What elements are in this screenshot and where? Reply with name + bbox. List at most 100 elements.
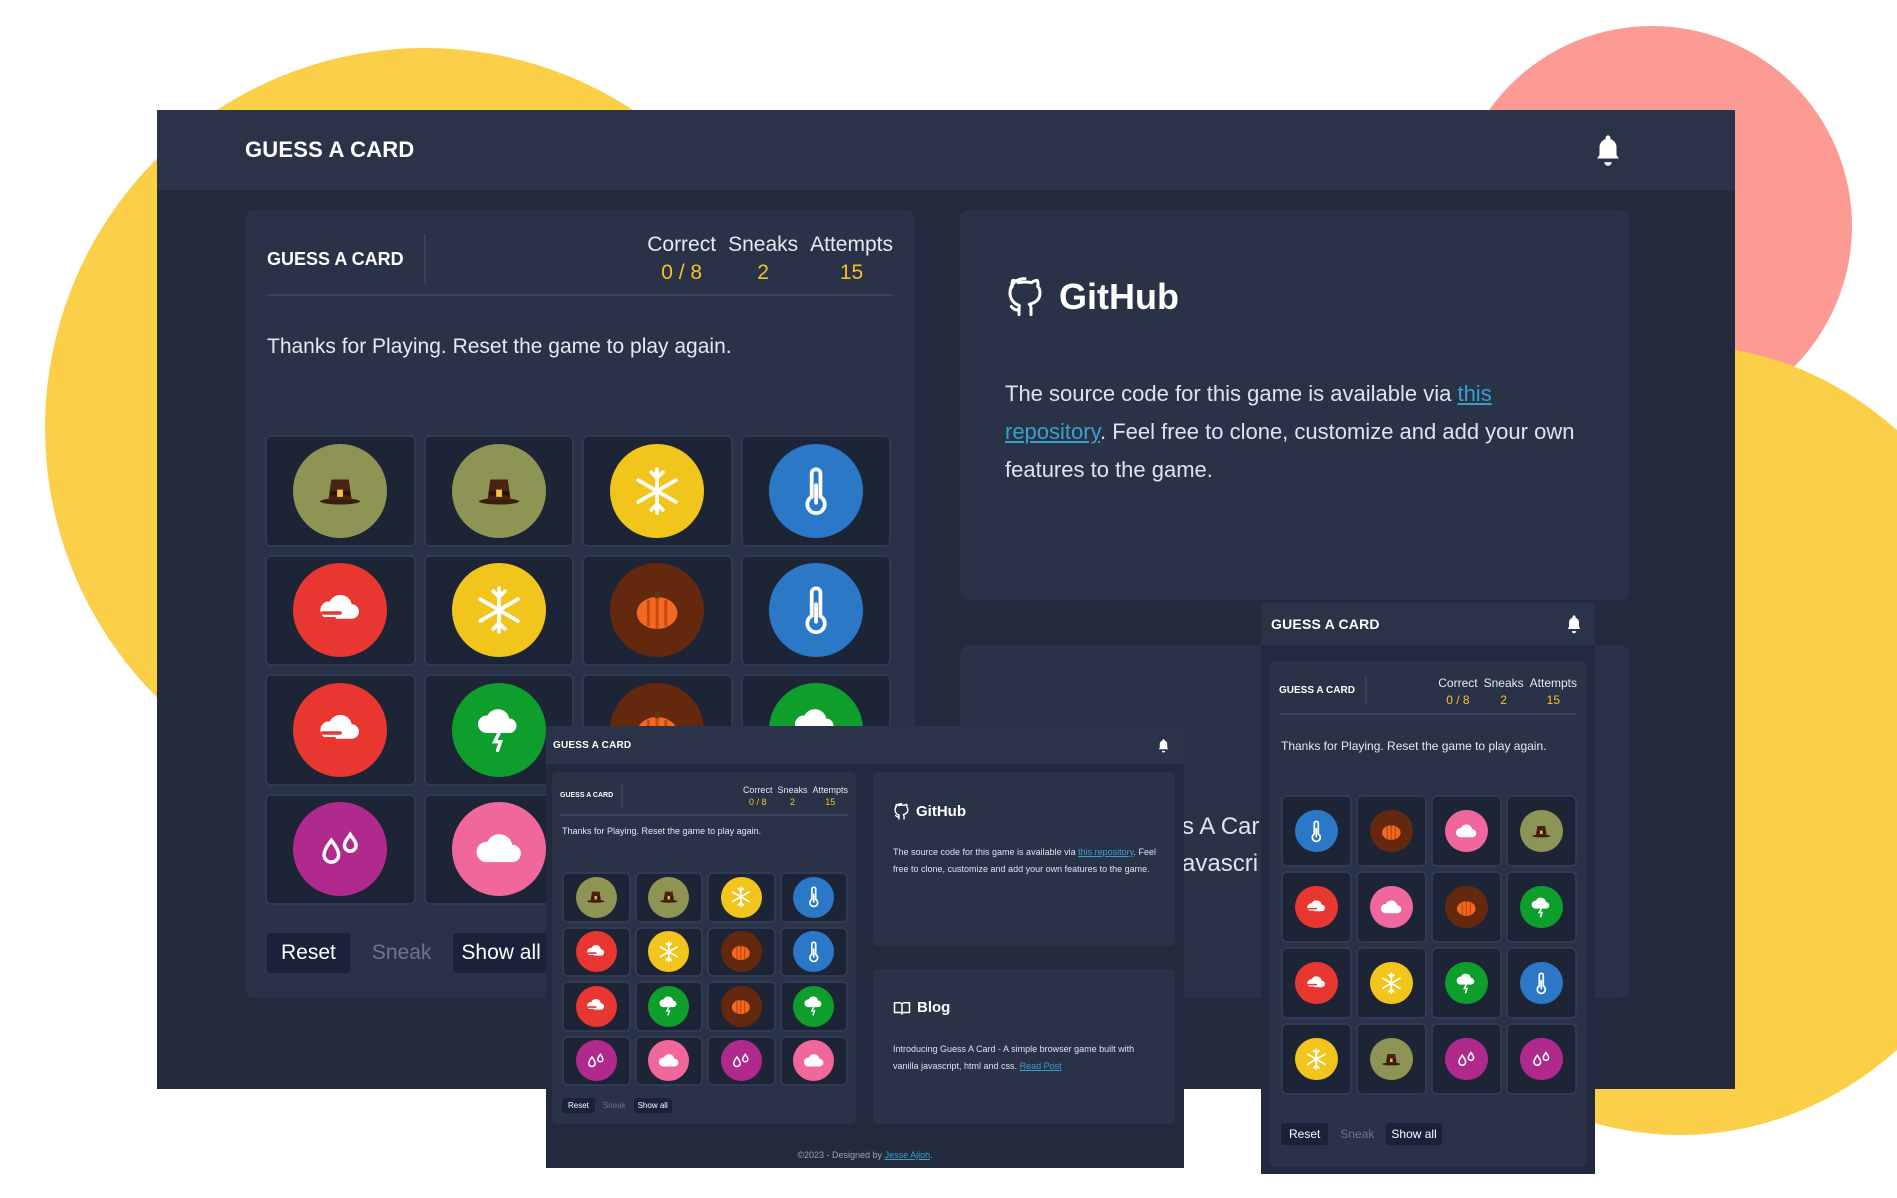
card-tile[interactable] xyxy=(634,926,703,977)
storm-tree-icon xyxy=(648,985,690,1027)
cloud-icon xyxy=(451,802,546,897)
github-text-start: The source code for this game is availab… xyxy=(1005,381,1458,406)
pilgrim-hat-icon xyxy=(1370,1037,1413,1081)
mobile-sneak-button[interactable]: Sneak xyxy=(1334,1123,1381,1145)
mobile-app-brand[interactable]: GUESS A CARD xyxy=(1271,616,1380,632)
card-tile[interactable] xyxy=(1281,947,1352,1019)
tablet-github-panel: GitHub The source code for this game is … xyxy=(873,772,1175,946)
mobile-reset-button[interactable]: Reset xyxy=(1281,1123,1329,1145)
bell-icon[interactable] xyxy=(1593,133,1623,167)
show-all-button[interactable]: Show all xyxy=(453,933,549,973)
book-icon xyxy=(893,1001,911,1015)
tablet-blog-heading: Blog xyxy=(893,999,950,1016)
card-tile[interactable] xyxy=(1281,871,1352,943)
github-heading: GitHub xyxy=(1005,275,1179,319)
mobile-stat-correct: Correct 0 / 8 xyxy=(1438,675,1478,707)
pilgrim-hat-icon xyxy=(293,443,388,538)
card-tile[interactable] xyxy=(423,435,574,547)
card-tile[interactable] xyxy=(265,793,416,905)
card-tile[interactable] xyxy=(634,872,703,923)
tablet-reset-button[interactable]: Reset xyxy=(562,1098,595,1113)
card-tile[interactable] xyxy=(779,872,848,923)
tablet-github-heading: GitHub xyxy=(893,802,966,821)
card-tile[interactable] xyxy=(634,1035,703,1086)
card-tile[interactable] xyxy=(1356,947,1427,1019)
mobile-bell-icon[interactable] xyxy=(1565,614,1583,634)
tablet-sneak-button[interactable]: Sneak xyxy=(598,1098,630,1113)
card-tile[interactable] xyxy=(1431,871,1502,943)
storm-tree-icon xyxy=(1520,885,1563,929)
card-tile[interactable] xyxy=(1281,1023,1352,1095)
card-tile[interactable] xyxy=(1356,871,1427,943)
tablet-repository-link[interactable]: this repository xyxy=(1078,847,1133,857)
card-tile[interactable] xyxy=(582,435,733,547)
card-tile[interactable] xyxy=(562,981,631,1032)
thermometer-icon xyxy=(768,443,863,538)
tablet-blog-panel: Blog Introducing Guess A Card - A simple… xyxy=(873,969,1175,1124)
card-tile[interactable] xyxy=(1431,795,1502,867)
sneak-button[interactable]: Sneak xyxy=(359,933,444,973)
pumpkin-icon xyxy=(720,985,762,1027)
card-tile[interactable] xyxy=(265,435,416,547)
tablet-bell-icon[interactable] xyxy=(1157,738,1170,753)
pumpkin-icon xyxy=(1445,885,1488,929)
card-tile[interactable] xyxy=(779,926,848,977)
cloud-icon xyxy=(1445,809,1488,853)
card-tile[interactable] xyxy=(1356,1023,1427,1095)
card-tile[interactable] xyxy=(1431,1023,1502,1095)
card-tile[interactable] xyxy=(779,981,848,1032)
tablet-blog-text: Introducing Guess A Card - A simple brow… xyxy=(893,1044,1135,1071)
mobile-window: GUESS A CARD GUESS A CARD Correct 0 / 8 S… xyxy=(1261,603,1595,1174)
snowflake-icon xyxy=(720,876,762,918)
card-tile[interactable] xyxy=(707,926,776,977)
raindrops-icon xyxy=(293,802,388,897)
card-tile[interactable] xyxy=(582,554,733,666)
card-tile[interactable] xyxy=(1281,795,1352,867)
designer-link[interactable]: Jesse Ajioh xyxy=(885,1150,931,1160)
mobile-game-message: Thanks for Playing. Reset the game to pl… xyxy=(1281,739,1547,753)
game-header: GUESS A CARD Correct 0 / 8 Sneaks 2 Attemp… xyxy=(267,224,893,296)
card-tile[interactable] xyxy=(562,872,631,923)
cloud-icon xyxy=(648,1040,690,1082)
app-brand[interactable]: GUESS A CARD xyxy=(245,137,414,163)
card-tile[interactable] xyxy=(562,1035,631,1086)
mobile-game-controls: Reset Sneak Show all xyxy=(1281,1123,1442,1145)
card-tile[interactable] xyxy=(562,926,631,977)
card-tile[interactable] xyxy=(707,981,776,1032)
card-tile[interactable] xyxy=(740,554,891,666)
card-tile[interactable] xyxy=(265,674,416,786)
storm-tree-icon xyxy=(793,985,835,1027)
tablet-stat-sneaks: Sneaks 2 xyxy=(777,785,808,807)
card-tile[interactable] xyxy=(707,1035,776,1086)
mobile-show-all-button[interactable]: Show all xyxy=(1386,1123,1442,1145)
card-tile[interactable] xyxy=(707,872,776,923)
tablet-show-all-button[interactable]: Show all xyxy=(633,1098,672,1113)
snowflake-icon xyxy=(1370,961,1413,1005)
card-tile[interactable] xyxy=(423,554,574,666)
tablet-blog-description: Introducing Guess A Card - A simple brow… xyxy=(893,1041,1158,1075)
card-tile[interactable] xyxy=(1506,1023,1577,1095)
mobile-game-panel: GUESS A CARD Correct 0 / 8 Sneaks 2 Attemp… xyxy=(1269,661,1587,1167)
tablet-app-brand[interactable]: GUESS A CARD xyxy=(553,740,631,751)
tablet-game-brand: GUESS A CARD xyxy=(560,785,624,807)
card-tile[interactable] xyxy=(634,981,703,1032)
card-tile[interactable] xyxy=(1506,947,1577,1019)
stat-attempts: Attempts 15 xyxy=(810,233,893,284)
reset-button[interactable]: Reset xyxy=(267,933,350,973)
tablet-github-icon xyxy=(894,802,909,820)
card-tile[interactable] xyxy=(1356,795,1427,867)
read-post-link[interactable]: Read Post xyxy=(1020,1061,1062,1071)
tablet-footer: ©2023 - Designed by Jesse Ajioh. xyxy=(546,1150,1184,1160)
card-tile[interactable] xyxy=(1506,871,1577,943)
thermometer-icon xyxy=(768,563,863,658)
game-message: Thanks for Playing. Reset the game to pl… xyxy=(267,335,732,358)
card-tile[interactable] xyxy=(1431,947,1502,1019)
mobile-stat-sneaks: Sneaks 2 xyxy=(1483,675,1524,707)
card-tile[interactable] xyxy=(1506,795,1577,867)
mobile-card-grid xyxy=(1281,795,1577,1095)
tablet-blog-title: Blog xyxy=(917,999,951,1016)
pilgrim-hat-icon xyxy=(575,876,617,918)
card-tile[interactable] xyxy=(779,1035,848,1086)
card-tile[interactable] xyxy=(740,435,891,547)
card-tile[interactable] xyxy=(265,554,416,666)
